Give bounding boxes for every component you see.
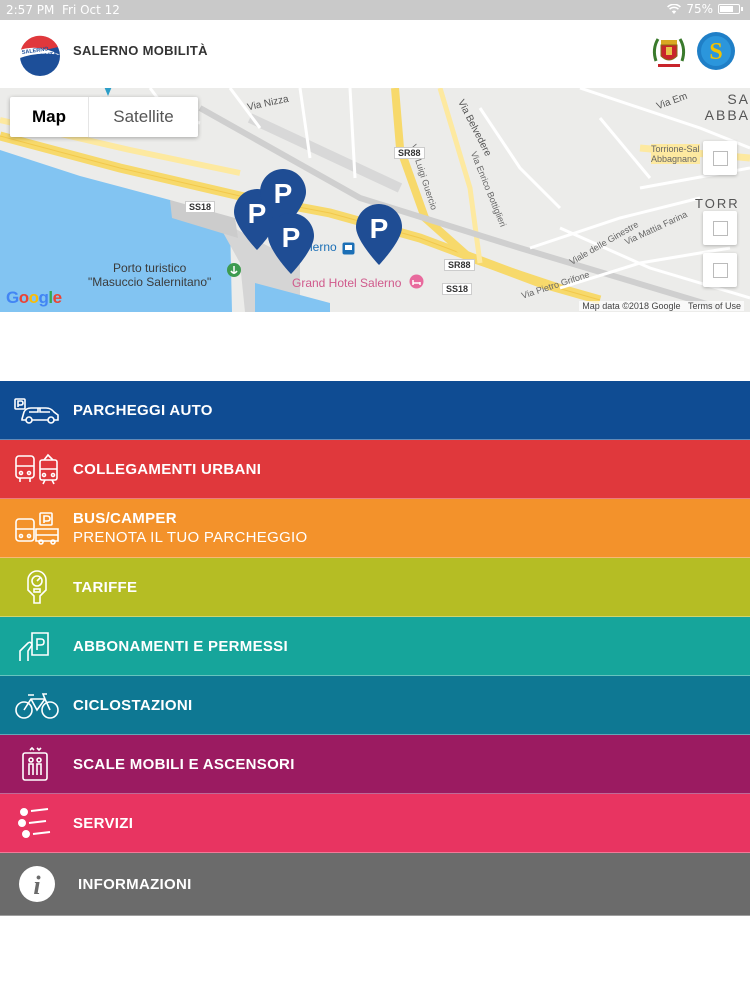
map-label-torrione: Torrione-Sal Abbagnano xyxy=(651,144,700,164)
menu-label: CICLOSTAZIONI xyxy=(73,696,193,714)
svg-text:P: P xyxy=(370,213,389,244)
menu-item-abbonamenti-permessi[interactable]: ABBONAMENTI E PERMESSI xyxy=(0,617,750,676)
car-parking-icon xyxy=(14,398,59,424)
menu-label: ABBONAMENTI E PERMESSI xyxy=(73,637,288,655)
marina-icon xyxy=(227,263,241,277)
battery-percent: 75% xyxy=(686,2,713,16)
menu-sublabel: PRENOTA IL TUO PARCHEGGIO xyxy=(73,529,308,546)
road-shield-sr88-b: SR88 xyxy=(444,259,475,271)
app-header: SALERNO MOBILITÀ SALERNO MOBILITÀ S xyxy=(0,20,750,88)
map-attribution: Map data ©2018 Google Terms of Use xyxy=(579,301,744,311)
map-label-torre: TORR xyxy=(695,196,740,211)
battery-icon xyxy=(718,4,743,14)
menu-label: SERVIZI xyxy=(73,814,134,832)
map-type-satellite-button[interactable]: Satellite xyxy=(89,97,198,137)
menu-item-ciclostazioni[interactable]: CICLOSTAZIONI xyxy=(0,676,750,735)
wifi-icon xyxy=(667,3,682,14)
menu-label: TARIFFE xyxy=(73,578,138,596)
main-menu: PARCHEGGI AUTO COLLEGAMENTI URBANI BUS/C… xyxy=(0,381,750,916)
s-logo-icon[interactable]: S xyxy=(696,31,736,71)
parking-meter-icon xyxy=(27,570,47,604)
menu-label: PARCHEGGI AUTO xyxy=(73,401,213,419)
app-title: SALERNO MOBILITÀ xyxy=(73,43,208,58)
bus-train-icon xyxy=(15,453,58,485)
menu-item-scale-mobili-ascensori[interactable]: SCALE MOBILI E ASCENSORI xyxy=(0,735,750,794)
map-control-button[interactable] xyxy=(703,141,737,175)
menu-item-collegamenti-urbani[interactable]: COLLEGAMENTI URBANI xyxy=(0,440,750,499)
map-label-grand-hotel: Grand Hotel Salerno xyxy=(292,276,402,290)
status-time: 2:57 PM xyxy=(6,3,55,17)
status-date: Fri Oct 12 xyxy=(62,3,120,17)
menu-item-tariffe[interactable]: TARIFFE xyxy=(0,558,750,617)
terms-link[interactable]: Terms of Use xyxy=(688,301,741,311)
map-type-control: Map Satellite xyxy=(10,97,198,137)
map-label-sa-abba: SA ABBA xyxy=(704,91,750,123)
city-crest-icon[interactable] xyxy=(648,31,690,73)
elevator-icon xyxy=(22,747,48,781)
menu-label: COLLEGAMENTI URBANI xyxy=(73,460,262,478)
permit-card-icon xyxy=(19,632,49,661)
status-bar: 2:57 PM Fri Oct 12 75% xyxy=(0,0,750,20)
info-icon: i xyxy=(19,866,55,902)
menu-label: SCALE MOBILI E ASCENSORI xyxy=(73,755,295,773)
menu-item-informazioni[interactable]: i INFORMAZIONI xyxy=(0,853,750,916)
menu-label: BUS/CAMPER PRENOTA IL TUO PARCHEGGIO xyxy=(73,510,308,546)
road-shield-sr88-a: SR88 xyxy=(394,147,425,159)
map-control-button[interactable] xyxy=(703,253,737,287)
svg-text:P: P xyxy=(274,178,293,209)
parking-pin[interactable]: P xyxy=(354,203,404,267)
menu-item-servizi[interactable]: SERVIZI xyxy=(0,794,750,853)
menu-label-main: BUS/CAMPER xyxy=(73,510,177,527)
menu-item-bus-camper[interactable]: BUS/CAMPER PRENOTA IL TUO PARCHEGGIO xyxy=(0,499,750,558)
menu-item-parcheggi-auto[interactable]: PARCHEGGI AUTO xyxy=(0,381,750,440)
bicycle-icon xyxy=(15,693,59,719)
hotel-icon xyxy=(409,274,424,289)
menu-label: INFORMAZIONI xyxy=(78,875,192,893)
list-icon xyxy=(18,808,51,838)
svg-text:i: i xyxy=(33,871,41,900)
salerno-mobilita-logo: SALERNO MOBILITÀ xyxy=(17,35,60,76)
road-shield-ss18-a: SS18 xyxy=(185,201,216,213)
road-shield-ss18-b: SS18 xyxy=(442,283,473,295)
status-right: 75% xyxy=(667,2,743,16)
map-data-text: Map data ©2018 Google xyxy=(582,301,681,311)
svg-text:P: P xyxy=(282,222,301,253)
map-control-button[interactable] xyxy=(703,211,737,245)
bus-camper-icon xyxy=(15,512,59,545)
parking-pin[interactable]: P xyxy=(266,212,316,276)
svg-text:S: S xyxy=(709,39,722,65)
map-label-porto-turistico: Porto turistico "Masuccio Salernitano" xyxy=(88,261,212,289)
google-logo: Google xyxy=(6,288,62,307)
map-type-map-button[interactable]: Map xyxy=(10,97,89,137)
